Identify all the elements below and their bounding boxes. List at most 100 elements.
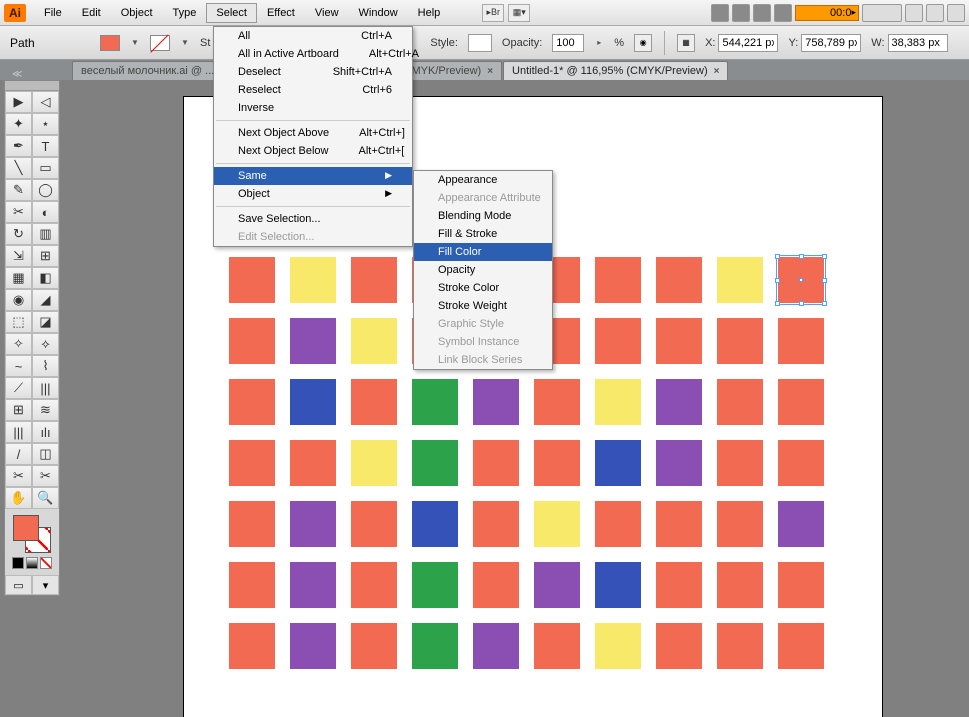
gradient-mode-btn[interactable] — [26, 557, 38, 569]
selection-handle[interactable] — [822, 301, 827, 306]
artwork-square[interactable] — [778, 318, 824, 364]
artwork-square[interactable] — [351, 318, 397, 364]
selection-handle[interactable] — [775, 301, 780, 306]
menu-entry[interactable]: Appearance — [414, 171, 552, 189]
tool-button[interactable]: / — [5, 443, 32, 465]
artwork-square[interactable] — [229, 318, 275, 364]
artwork-square[interactable] — [534, 379, 580, 425]
artwork-square[interactable] — [290, 440, 336, 486]
tool-button[interactable]: ◐ — [32, 201, 59, 223]
color-mode-btn[interactable] — [12, 557, 24, 569]
sys-btn[interactable] — [947, 4, 965, 22]
arrange-icon[interactable]: ▦▾ — [508, 4, 530, 22]
w-input[interactable] — [888, 34, 948, 52]
stroke-swatch[interactable] — [150, 35, 170, 51]
menu-type[interactable]: Type — [163, 3, 207, 23]
artwork-square[interactable] — [595, 562, 641, 608]
artwork-square[interactable] — [717, 440, 763, 486]
artwork-square[interactable] — [656, 562, 702, 608]
artwork-square[interactable] — [656, 440, 702, 486]
artwork-square[interactable] — [534, 562, 580, 608]
tool-button[interactable]: ✦ — [5, 113, 32, 135]
tool-button[interactable]: ◫ — [32, 443, 59, 465]
tool-button[interactable]: ⋆ — [32, 113, 59, 135]
tools-grip[interactable] — [5, 81, 59, 91]
artwork-square[interactable] — [717, 318, 763, 364]
artwork-square[interactable] — [290, 562, 336, 608]
artwork-square[interactable] — [595, 501, 641, 547]
artwork-square[interactable] — [412, 623, 458, 669]
selection-handle[interactable] — [775, 278, 780, 283]
artwork-square[interactable] — [412, 440, 458, 486]
menu-entry[interactable]: Stroke Weight — [414, 297, 552, 315]
menu-entry[interactable]: Fill Color — [414, 243, 552, 261]
tool-button[interactable]: ▦ — [5, 267, 32, 289]
tool-button[interactable]: ▭ — [32, 157, 59, 179]
tool-button[interactable]: ✋ — [5, 487, 32, 509]
selection-handle[interactable] — [799, 254, 804, 259]
artwork-square[interactable] — [229, 257, 275, 303]
tool-button[interactable]: ◯ — [32, 179, 59, 201]
menu-entry[interactable]: Next Object BelowAlt+Ctrl+[ — [214, 142, 412, 160]
tool-button[interactable]: ⊞ — [32, 245, 59, 267]
tool-button[interactable]: ✂ — [5, 465, 32, 487]
tool-button[interactable]: ⬚ — [5, 311, 32, 333]
tool-button[interactable]: ▥ — [32, 223, 59, 245]
document-tab[interactable]: веселый молочник.ai @ ...× — [72, 61, 235, 80]
menu-file[interactable]: File — [34, 3, 72, 23]
artwork-square[interactable] — [290, 318, 336, 364]
artwork-square[interactable] — [778, 257, 824, 303]
artwork-square[interactable] — [351, 623, 397, 669]
menu-entry[interactable]: Opacity — [414, 261, 552, 279]
artwork-square[interactable] — [351, 379, 397, 425]
screen-normal-btn[interactable]: ▭ — [5, 575, 32, 595]
artwork-square[interactable] — [473, 501, 519, 547]
menu-entry[interactable]: ReselectCtrl+6 — [214, 81, 412, 99]
artwork-square[interactable] — [717, 623, 763, 669]
menu-entry[interactable]: Same▶ — [214, 167, 412, 185]
tool-button[interactable]: ╲ — [5, 157, 32, 179]
artwork-square[interactable] — [778, 623, 824, 669]
artwork-square[interactable] — [656, 318, 702, 364]
menu-effect[interactable]: Effect — [257, 3, 305, 23]
selection-handle[interactable] — [822, 278, 827, 283]
tool-button[interactable]: ◁ — [32, 91, 59, 113]
chevron-icon[interactable]: ▸ — [594, 36, 604, 50]
sys-btn[interactable] — [774, 4, 792, 22]
artwork-square[interactable] — [290, 257, 336, 303]
artwork-square[interactable] — [229, 623, 275, 669]
artwork-square[interactable] — [656, 257, 702, 303]
tool-button[interactable]: ✂ — [5, 201, 32, 223]
menu-entry[interactable]: Stroke Color — [414, 279, 552, 297]
none-mode-btn[interactable] — [40, 557, 52, 569]
artwork-square[interactable] — [412, 562, 458, 608]
artwork-square[interactable] — [412, 501, 458, 547]
artwork-square[interactable] — [290, 501, 336, 547]
selection-handle[interactable] — [799, 301, 804, 306]
menu-entry[interactable]: DeselectShift+Ctrl+A — [214, 63, 412, 81]
record-display[interactable]: 00:0▸ — [795, 5, 859, 21]
tool-button[interactable]: T — [32, 135, 59, 157]
menu-view[interactable]: View — [305, 3, 349, 23]
artwork-square[interactable] — [717, 501, 763, 547]
tool-button[interactable]: ◪ — [32, 311, 59, 333]
menu-entry[interactable]: AllCtrl+A — [214, 27, 412, 45]
tool-button[interactable]: ⇲ — [5, 245, 32, 267]
close-icon[interactable]: × — [487, 66, 493, 77]
sys-btn[interactable] — [711, 4, 729, 22]
tool-button[interactable]: ◉ — [5, 289, 32, 311]
tool-button[interactable]: ||| — [5, 421, 32, 443]
y-input[interactable] — [801, 34, 861, 52]
fill-swatch[interactable] — [100, 35, 120, 51]
menu-entry[interactable]: Blending Mode — [414, 207, 552, 225]
menu-entry[interactable]: Save Selection... — [214, 210, 412, 228]
style-input[interactable] — [468, 34, 492, 52]
artwork-square[interactable] — [595, 257, 641, 303]
sys-btn[interactable] — [753, 4, 771, 22]
artwork-square[interactable] — [351, 257, 397, 303]
selection-handle[interactable] — [775, 254, 780, 259]
artwork-square[interactable] — [534, 440, 580, 486]
bridge-icon[interactable]: ▸Br — [482, 4, 504, 22]
tool-button[interactable]: ✧ — [5, 333, 32, 355]
artwork-square[interactable] — [717, 379, 763, 425]
